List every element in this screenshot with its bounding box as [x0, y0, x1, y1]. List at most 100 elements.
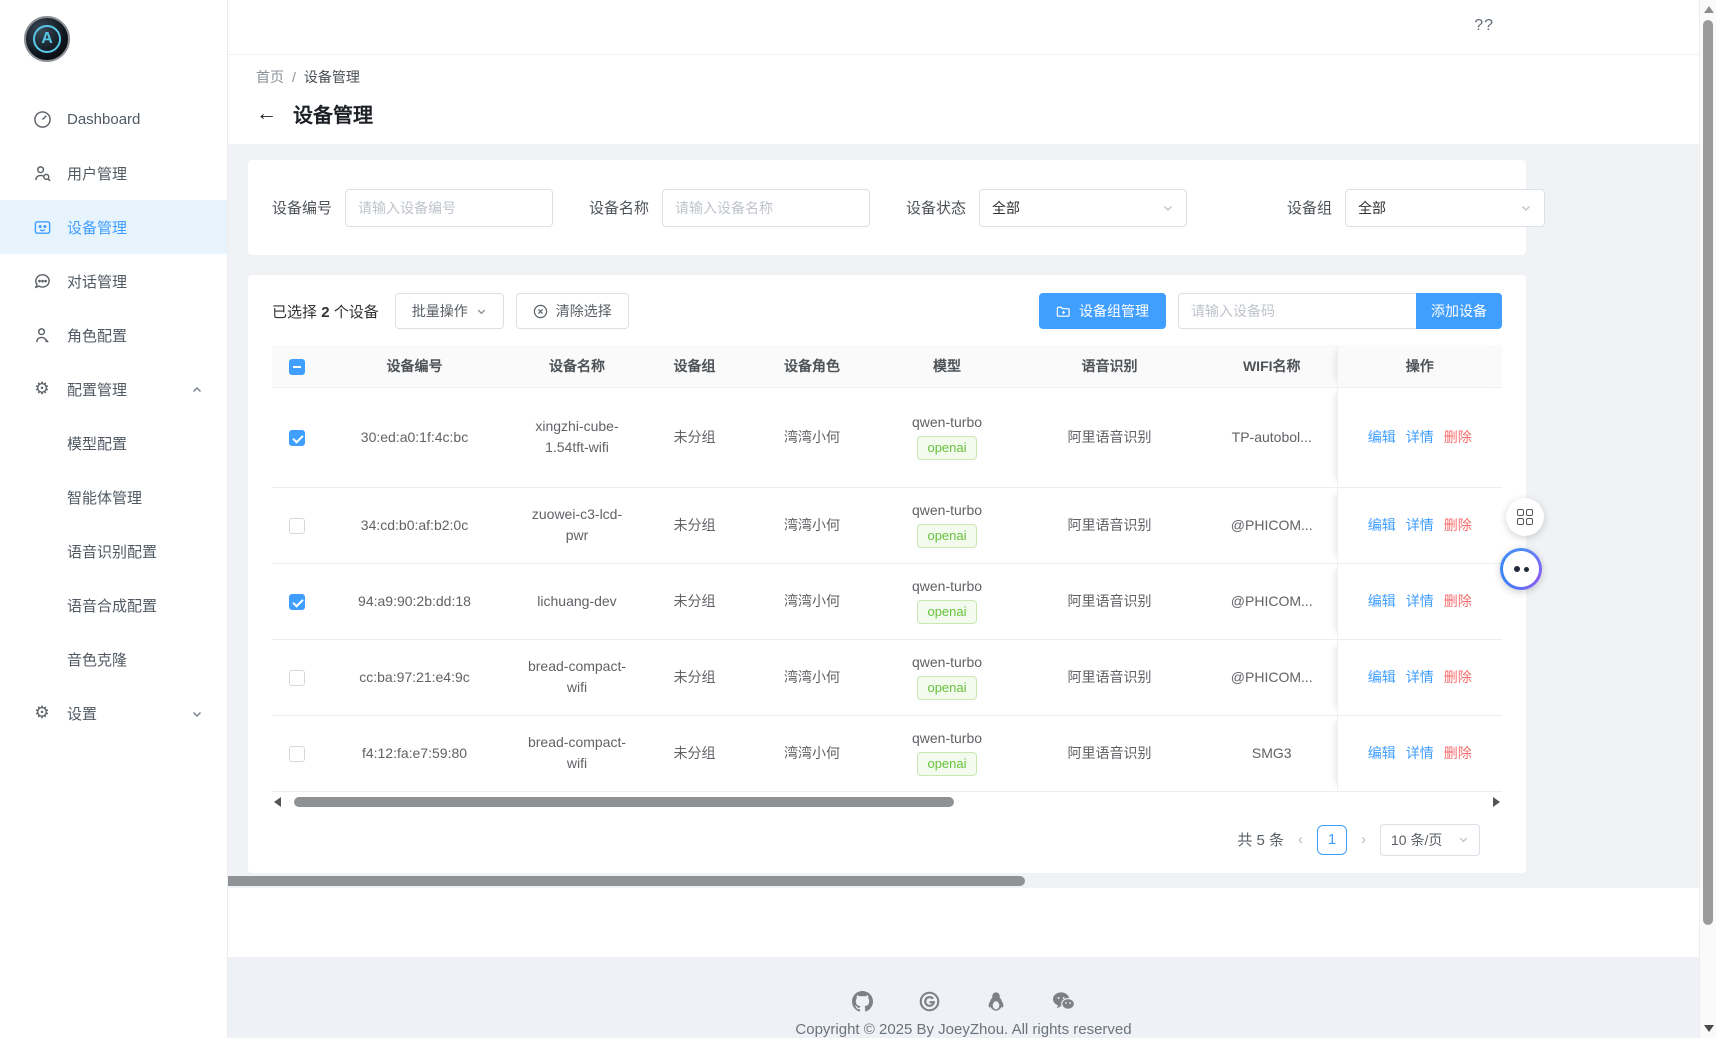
edit-link[interactable]: 编辑 — [1368, 669, 1396, 685]
cell-device-role: 湾湾小何 — [784, 745, 840, 761]
page-title: 设备管理 — [293, 99, 373, 128]
page-size-select[interactable]: 10 条/页 — [1380, 824, 1480, 856]
delete-link[interactable]: 删除 — [1444, 593, 1472, 609]
row-checkbox[interactable] — [289, 594, 305, 610]
sidebar-item-config[interactable]: ⚙ 配置管理 — [0, 362, 227, 416]
delete-link[interactable]: 删除 — [1444, 517, 1472, 533]
circle-close-icon — [533, 304, 548, 319]
sidebar-item-devices[interactable]: 设备管理 — [0, 200, 227, 254]
sidebar-item-label: Dashboard — [67, 111, 140, 128]
cell-asr: 阿里语音识别 — [1068, 517, 1152, 533]
toolbar: 已选择 2 个设备 批量操作 清除选择 设备组管理 — [272, 293, 1502, 329]
page-horizontal-scrollbar-thumb[interactable] — [228, 876, 1025, 886]
cell-device-role: 湾湾小何 — [784, 517, 840, 533]
device-group-select[interactable]: 全部 — [1345, 189, 1545, 227]
sidebar-item-users[interactable]: 用户管理 — [0, 146, 227, 200]
breadcrumb-home[interactable]: 首页 — [256, 67, 284, 87]
device-code-input[interactable] — [1178, 293, 1416, 329]
row-checkbox[interactable] — [289, 670, 305, 686]
github-icon[interactable] — [852, 991, 873, 1012]
sidebar-item-settings[interactable]: ⚙ 设置 — [0, 686, 227, 740]
sidebar-item-tts-config[interactable]: 语音合成配置 — [0, 578, 227, 632]
sidebar-item-label: 用户管理 — [67, 163, 127, 184]
gitee-icon[interactable] — [919, 991, 940, 1012]
sidebar-item-conversations[interactable]: 对话管理 — [0, 254, 227, 308]
sidebar-item-label: 设备管理 — [67, 217, 127, 238]
cell-device-id: 94:a9:90:2b:dd:18 — [358, 593, 471, 609]
chevron-down-icon — [1162, 202, 1174, 214]
scrollbar-thumb[interactable] — [1703, 20, 1713, 925]
delete-link[interactable]: 删除 — [1444, 669, 1472, 685]
prev-page-button[interactable]: ‹ — [1298, 831, 1303, 848]
widget-grid-button[interactable] — [1506, 498, 1544, 536]
row-checkbox[interactable] — [289, 430, 305, 446]
cell-asr: 阿里语音识别 — [1068, 593, 1152, 609]
chevron-down-icon — [476, 306, 487, 317]
cell-device-id: 30:ed:a0:1f:4c:bc — [361, 429, 468, 445]
content: 设备编号 设备名称 设备状态 全部 设备组 全部 — [228, 144, 1699, 887]
user-avatar-placeholder[interactable]: ?? — [1474, 17, 1494, 35]
header-actions: 操作 — [1337, 345, 1502, 387]
cell-wifi: SMG3 — [1252, 745, 1292, 761]
sidebar-item-voice-clone[interactable]: 音色克隆 — [0, 632, 227, 686]
app-logo[interactable]: A — [24, 16, 70, 62]
chevron-down-icon — [1458, 834, 1469, 845]
cell-device-role: 湾湾小何 — [784, 593, 840, 609]
window-vertical-scrollbar[interactable] — [1699, 0, 1716, 1038]
scrollbar-thumb[interactable] — [294, 797, 954, 807]
table-row: 30:ed:a0:1f:4c:bc xingzhi-cube-1.54tft-w… — [272, 387, 1502, 487]
header-model: 模型 — [882, 345, 1012, 387]
sidebar-item-dashboard[interactable]: Dashboard — [0, 92, 227, 146]
next-page-button[interactable]: › — [1361, 831, 1366, 848]
detail-link[interactable]: 详情 — [1406, 429, 1434, 445]
pagination-total: 共 5 条 — [1237, 829, 1284, 850]
sidebar-item-asr-config[interactable]: 语音识别配置 — [0, 524, 227, 578]
device-group-label: 设备组 — [1287, 197, 1332, 218]
qq-icon[interactable] — [986, 991, 1006, 1012]
model-provider-tag: openai — [917, 676, 976, 700]
detail-link[interactable]: 详情 — [1406, 745, 1434, 761]
delete-link[interactable]: 删除 — [1444, 429, 1472, 445]
scroll-left-arrow-icon[interactable] — [274, 797, 281, 807]
page-head: 首页 / 设备管理 ← 设备管理 — [228, 55, 1699, 144]
cell-device-name: bread-compact-wifi — [523, 656, 631, 699]
add-device-button[interactable]: 添加设备 — [1416, 293, 1502, 329]
pagination: 共 5 条 ‹ 1 › 10 条/页 — [272, 820, 1502, 860]
page-number-button[interactable]: 1 — [1317, 825, 1347, 855]
device-group-manage-button[interactable]: 设备组管理 — [1039, 293, 1166, 329]
row-checkbox[interactable] — [289, 518, 305, 534]
table-row: cc:ba:97:21:e4:9c bread-compact-wifi 未分组… — [272, 639, 1502, 715]
detail-link[interactable]: 详情 — [1406, 593, 1434, 609]
edit-link[interactable]: 编辑 — [1368, 745, 1396, 761]
assistant-robot-button[interactable] — [1500, 548, 1542, 590]
detail-link[interactable]: 详情 — [1406, 517, 1434, 533]
scroll-right-arrow-icon[interactable] — [1493, 797, 1500, 807]
scroll-up-arrow-icon[interactable] — [1704, 6, 1714, 13]
cell-wifi: @PHICOM... — [1231, 669, 1313, 685]
detail-link[interactable]: 详情 — [1406, 669, 1434, 685]
breadcrumb-current: 设备管理 — [304, 67, 360, 87]
footer: Copyright © 2025 By JoeyZhou. All rights… — [228, 957, 1699, 1038]
sidebar-item-agent-manage[interactable]: 智能体管理 — [0, 470, 227, 524]
select-all-checkbox[interactable] — [289, 359, 305, 375]
clear-selection-button[interactable]: 清除选择 — [516, 293, 629, 329]
edit-link[interactable]: 编辑 — [1368, 429, 1396, 445]
back-arrow-icon[interactable]: ← — [256, 103, 277, 124]
batch-actions-button[interactable]: 批量操作 — [395, 293, 504, 329]
wechat-icon[interactable] — [1052, 991, 1075, 1012]
device-id-input[interactable] — [345, 189, 553, 227]
chevron-down-icon — [191, 708, 203, 720]
add-device-group: 添加设备 — [1178, 293, 1502, 329]
cell-device-group: 未分组 — [674, 745, 716, 761]
device-name-input[interactable] — [662, 189, 870, 227]
row-checkbox[interactable] — [289, 746, 305, 762]
device-status-select[interactable]: 全部 — [979, 189, 1187, 227]
sidebar-item-model-config[interactable]: 模型配置 — [0, 416, 227, 470]
edit-link[interactable]: 编辑 — [1368, 593, 1396, 609]
cell-wifi: @PHICOM... — [1231, 593, 1313, 609]
delete-link[interactable]: 删除 — [1444, 745, 1472, 761]
edit-link[interactable]: 编辑 — [1368, 517, 1396, 533]
scroll-down-arrow-icon[interactable] — [1704, 1025, 1714, 1032]
sidebar-item-roles[interactable]: 角色配置 — [0, 308, 227, 362]
header-device-id: 设备编号 — [322, 345, 507, 387]
